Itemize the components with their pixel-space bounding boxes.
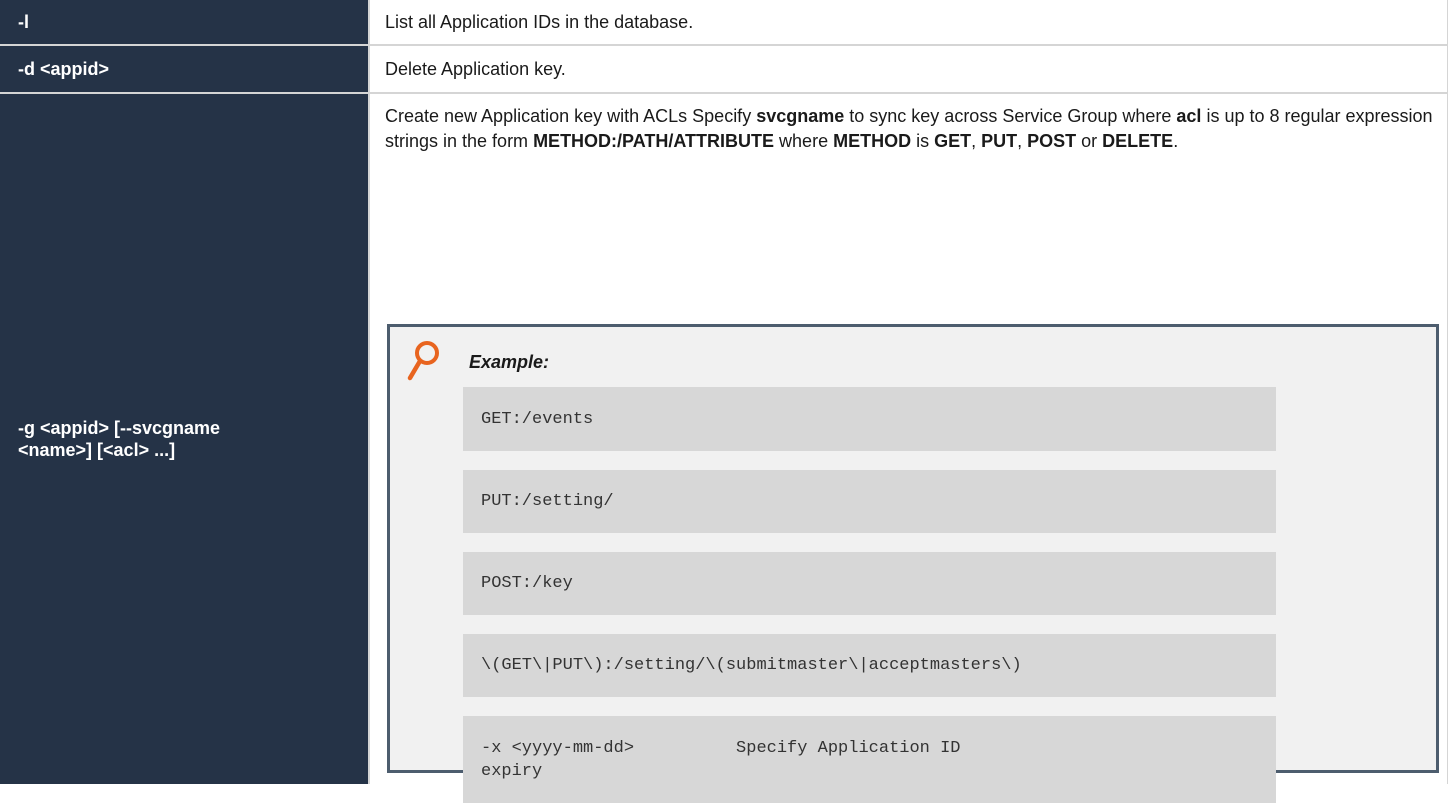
description-text: .	[1173, 131, 1179, 151]
description-keyword: svcgname	[756, 106, 845, 126]
code-block: PUT:/setting/	[463, 470, 1276, 533]
code-line: POST:/key	[481, 574, 573, 593]
code-block: POST:/key	[463, 552, 1276, 615]
option-name: -l	[18, 12, 29, 32]
description-text: to sync key across Service Group where	[844, 106, 1177, 126]
option-description: List all Application IDs in the database…	[385, 11, 694, 32]
code-block: -x <yyyy-mm-dd> Specify Application ID e…	[463, 716, 1276, 803]
description-keyword: acl	[1176, 106, 1202, 126]
option-name: -d <appid>	[18, 59, 110, 79]
example-heading: Example:	[469, 352, 550, 372]
example-callout: Example: GET:/events PUT:/setting/ POST:…	[387, 324, 1439, 803]
option-name: -g <appid> [--svcgname <name>] [<acl> ..…	[18, 418, 221, 460]
description-keyword: PUT	[981, 131, 1018, 151]
code-line: \(GET\|PUT\):/setting/\(submitmaster\|ac…	[481, 656, 1022, 675]
description-keyword: DELETE	[1102, 131, 1174, 151]
description-text: is	[911, 131, 935, 151]
option-description: Delete Application key.	[385, 58, 566, 79]
code-line: PUT:/setting/	[481, 492, 614, 511]
code-line: GET:/events	[481, 409, 594, 429]
description-text: where	[774, 131, 834, 151]
code-line: -x <yyyy-mm-dd> Specify Application ID e…	[481, 738, 961, 781]
option-cell: -l	[0, 0, 370, 44]
description-text: Create new Application key with ACLs Spe…	[385, 106, 757, 126]
description-keyword: METHOD:/PATH/ATTRIBUTE	[533, 131, 775, 151]
description-text: or	[1076, 131, 1103, 151]
description-text: ,	[1017, 131, 1028, 151]
table-row: -d <appid> Delete Application key.	[0, 46, 1448, 94]
description-keyword: GET	[934, 131, 972, 151]
magnifier-icon	[407, 341, 439, 381]
description-keyword: METHOD	[833, 131, 912, 151]
description-cell: List all Application IDs in the database…	[370, 0, 1448, 44]
description-text: ,	[971, 131, 982, 151]
option-cell: -d <appid>	[0, 46, 370, 92]
code-block: GET:/events	[463, 387, 1276, 451]
code-block: \(GET\|PUT\):/setting/\(submitmaster\|ac…	[463, 634, 1276, 697]
description-cell: Delete Application key.	[370, 46, 1448, 92]
table-row: -l List all Application IDs in the datab…	[0, 0, 1448, 46]
option-cell: -g <appid> [--svcgname <name>] [<acl> ..…	[0, 94, 370, 784]
option-description: Create new Application key with ACLs Spe…	[385, 104, 1440, 154]
description-keyword: POST	[1027, 131, 1077, 151]
